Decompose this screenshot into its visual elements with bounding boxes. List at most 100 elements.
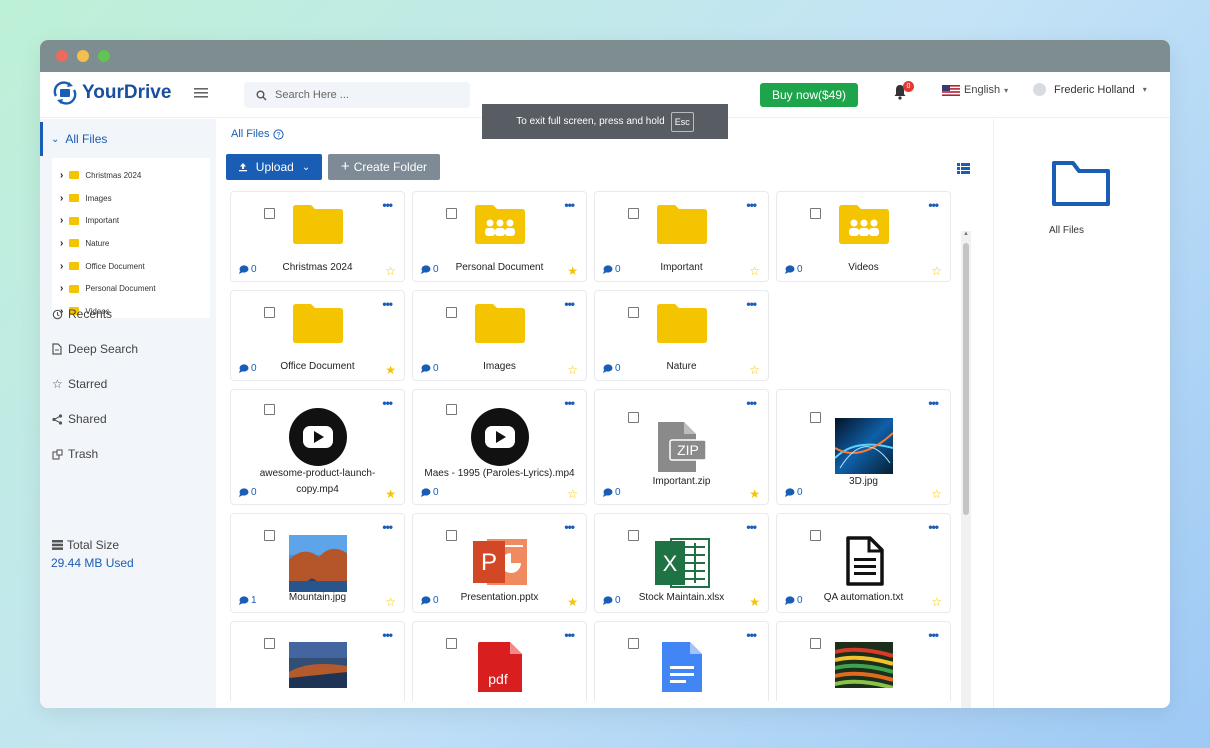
- brand-logo[interactable]: YourDrive: [52, 80, 171, 106]
- select-checkbox[interactable]: [628, 638, 639, 649]
- more-options-icon[interactable]: •••: [746, 520, 757, 534]
- star-outline-icon[interactable]: ☆: [385, 265, 396, 277]
- comment-count[interactable]: 0: [239, 264, 257, 275]
- more-options-icon[interactable]: •••: [746, 297, 757, 311]
- upload-button[interactable]: Upload ⌄: [226, 154, 322, 180]
- buy-now-button[interactable]: Buy now($49): [760, 83, 858, 107]
- more-options-icon[interactable]: •••: [382, 396, 393, 410]
- sidebar-item-recents[interactable]: Recents: [52, 307, 112, 321]
- breadcrumb-all-files[interactable]: All Files: [231, 128, 270, 140]
- select-checkbox[interactable]: [264, 530, 275, 541]
- file-card[interactable]: •••: [230, 621, 405, 701]
- tree-item[interactable]: › Christmas 2024: [52, 164, 210, 187]
- more-options-icon[interactable]: •••: [564, 520, 575, 534]
- file-card[interactable]: ••• Important 0 ☆: [594, 191, 769, 282]
- file-card[interactable]: ••• 3D.jpg 0 ☆: [776, 389, 951, 505]
- more-options-icon[interactable]: •••: [746, 198, 757, 212]
- star-filled-icon[interactable]: ★: [749, 488, 760, 500]
- sidebar-item-starred[interactable]: ☆ Starred: [52, 377, 107, 391]
- file-card[interactable]: ••• Images 0 ☆: [412, 290, 587, 381]
- file-card[interactable]: ••• Videos 0 ☆: [776, 191, 951, 282]
- star-outline-icon[interactable]: ☆: [385, 596, 396, 608]
- chevron-right-icon[interactable]: ›: [60, 283, 63, 294]
- file-card[interactable]: ••• ZIP Important.zip 0 ★: [594, 389, 769, 505]
- more-options-icon[interactable]: •••: [382, 520, 393, 534]
- tree-item[interactable]: › Nature: [52, 232, 210, 255]
- help-icon[interactable]: ?: [272, 128, 284, 140]
- sidebar-item-trash[interactable]: Trash: [52, 447, 98, 461]
- comment-count[interactable]: 0: [421, 363, 439, 374]
- select-checkbox[interactable]: [810, 638, 821, 649]
- select-checkbox[interactable]: [628, 307, 639, 318]
- more-options-icon[interactable]: •••: [928, 198, 939, 212]
- file-card[interactable]: ••• X Stock Maintain.xlsx 0 ★: [594, 513, 769, 613]
- more-options-icon[interactable]: •••: [928, 520, 939, 534]
- more-options-icon[interactable]: •••: [382, 198, 393, 212]
- sidebar-item-all-files[interactable]: ⌄ All Files: [40, 122, 216, 156]
- star-outline-icon[interactable]: ☆: [567, 488, 578, 500]
- star-outline-icon[interactable]: ☆: [749, 364, 760, 376]
- star-filled-icon[interactable]: ★: [567, 265, 578, 277]
- tree-item[interactable]: › Images: [52, 187, 210, 210]
- tree-item[interactable]: › Office Document: [52, 255, 210, 278]
- star-filled-icon[interactable]: ★: [385, 488, 396, 500]
- more-options-icon[interactable]: •••: [928, 396, 939, 410]
- grid-scrollbar[interactable]: ▲ ▼: [961, 231, 971, 708]
- more-options-icon[interactable]: •••: [928, 628, 939, 642]
- chevron-right-icon[interactable]: ›: [60, 261, 63, 272]
- comment-count[interactable]: 0: [603, 487, 621, 498]
- comment-count[interactable]: 0: [785, 264, 803, 275]
- select-checkbox[interactable]: [810, 530, 821, 541]
- file-card[interactable]: ••• Mountain.jpg 1 ☆: [230, 513, 405, 613]
- file-card[interactable]: ••• Maes - 1995 (Paroles-Lyrics).mp4 0 ☆: [412, 389, 587, 505]
- more-options-icon[interactable]: •••: [564, 198, 575, 212]
- more-options-icon[interactable]: •••: [564, 297, 575, 311]
- comment-count[interactable]: 1: [239, 595, 257, 606]
- comment-count[interactable]: 0: [785, 487, 803, 498]
- chevron-right-icon[interactable]: ›: [60, 193, 63, 204]
- star-filled-icon[interactable]: ★: [749, 596, 760, 608]
- star-outline-icon[interactable]: ☆: [931, 265, 942, 277]
- file-card[interactable]: ••• Nature 0 ☆: [594, 290, 769, 381]
- search-input[interactable]: [275, 89, 455, 101]
- comment-count[interactable]: 0: [785, 595, 803, 606]
- more-options-icon[interactable]: •••: [564, 628, 575, 642]
- file-card[interactable]: ••• Personal Document 0 ★: [412, 191, 587, 282]
- hamburger-menu-icon[interactable]: [194, 86, 208, 104]
- select-checkbox[interactable]: [810, 412, 821, 423]
- search-box[interactable]: [244, 82, 470, 108]
- file-card[interactable]: ••• QA automation.txt 0 ☆: [776, 513, 951, 613]
- close-window-button[interactable]: [56, 50, 68, 62]
- more-options-icon[interactable]: •••: [564, 396, 575, 410]
- select-checkbox[interactable]: [264, 638, 275, 649]
- chevron-right-icon[interactable]: ›: [60, 215, 63, 226]
- file-card[interactable]: ••• P Presentation.pptx 0 ★: [412, 513, 587, 613]
- file-card[interactable]: ••• Christmas 2024 0 ☆: [230, 191, 405, 282]
- comment-count[interactable]: 0: [239, 363, 257, 374]
- list-view-icon[interactable]: [957, 161, 970, 179]
- more-options-icon[interactable]: •••: [746, 396, 757, 410]
- minimize-window-button[interactable]: [77, 50, 89, 62]
- maximize-window-button[interactable]: [98, 50, 110, 62]
- star-outline-icon[interactable]: ☆: [749, 265, 760, 277]
- select-checkbox[interactable]: [446, 307, 457, 318]
- comment-count[interactable]: 0: [603, 363, 621, 374]
- file-card[interactable]: ••• Office Document 0 ★: [230, 290, 405, 381]
- more-options-icon[interactable]: •••: [382, 297, 393, 311]
- star-filled-icon[interactable]: ★: [567, 596, 578, 608]
- comment-count[interactable]: 0: [603, 595, 621, 606]
- select-checkbox[interactable]: [628, 530, 639, 541]
- select-checkbox[interactable]: [810, 208, 821, 219]
- chevron-right-icon[interactable]: ›: [60, 170, 63, 181]
- scroll-up-icon[interactable]: ▲: [963, 231, 969, 237]
- select-checkbox[interactable]: [264, 307, 275, 318]
- file-card[interactable]: •••: [776, 621, 951, 701]
- comment-count[interactable]: 0: [421, 487, 439, 498]
- file-card[interactable]: ••• pdf: [412, 621, 587, 701]
- scrollbar-thumb[interactable]: [963, 243, 969, 515]
- select-checkbox[interactable]: [264, 404, 275, 415]
- user-menu[interactable]: Frederic Holland ▾: [1033, 83, 1147, 96]
- comment-count[interactable]: 0: [603, 264, 621, 275]
- star-outline-icon[interactable]: ☆: [567, 364, 578, 376]
- comment-count[interactable]: 0: [421, 264, 439, 275]
